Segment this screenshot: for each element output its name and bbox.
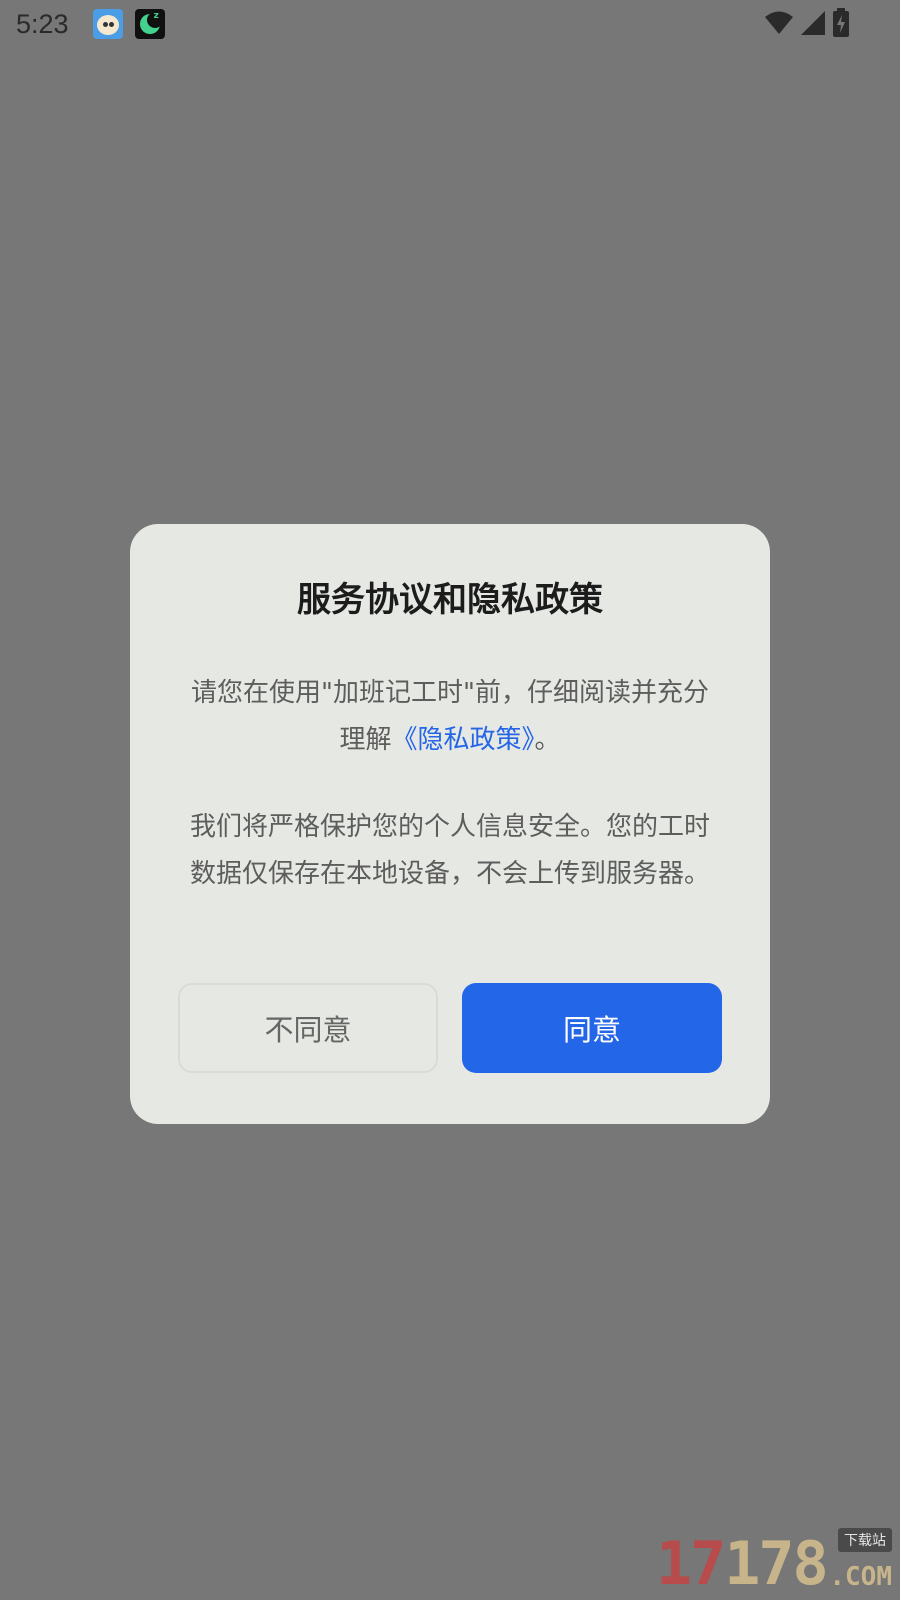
- agree-button[interactable]: 同意: [462, 983, 722, 1073]
- battery-charging-icon: [833, 8, 849, 37]
- status-bar: 5:23 z: [0, 0, 900, 48]
- watermark-number: 17178: [656, 1529, 829, 1599]
- dialog-title: 服务协议和隐私政策: [297, 580, 603, 620]
- watermark-suffix: .COM: [829, 1562, 892, 1592]
- para1-suffix: 。: [534, 725, 561, 755]
- cell-signal-icon: [801, 11, 825, 35]
- status-indicators: [764, 8, 850, 38]
- face-app-icon: [92, 9, 123, 39]
- privacy-dialog: 服务协议和隐私政策 请您在使用"加班记工时"前，仔细阅读并充分理解《隐私政策》。…: [130, 524, 770, 1124]
- dialog-paragraph-1: 请您在使用"加班记工时"前，仔细阅读并充分理解《隐私政策》。: [180, 670, 720, 764]
- status-time: 5:23: [16, 8, 69, 39]
- dialog-body: 请您在使用"加班记工时"前，仔细阅读并充分理解《隐私政策》。 我们将严格保护您的…: [180, 670, 720, 898]
- site-watermark: 17178 下载站 .COM: [656, 1528, 892, 1594]
- dialog-paragraph-2: 我们将严格保护您的个人信息安全。您的工时数据仅保存在本地设备，不会上传到服务器。: [189, 812, 710, 889]
- wifi-icon: [765, 11, 793, 34]
- moon-app-icon: z: [134, 9, 165, 39]
- watermark-tag: 下载站: [838, 1528, 892, 1552]
- disagree-button[interactable]: 不同意: [178, 983, 438, 1073]
- privacy-policy-link[interactable]: 《隐私政策》: [391, 725, 534, 755]
